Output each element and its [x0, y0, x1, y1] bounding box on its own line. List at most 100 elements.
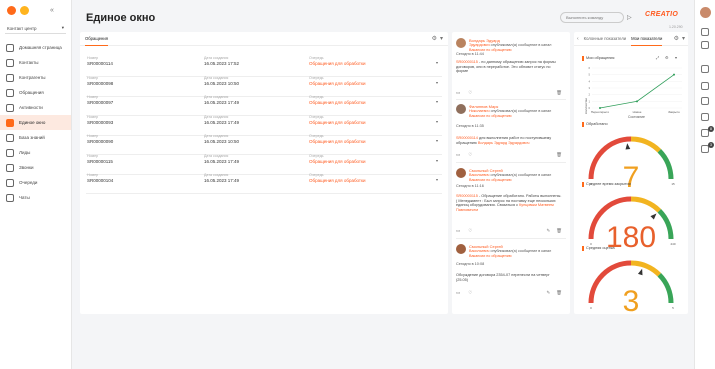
x-tick-label: Новое — [633, 110, 642, 114]
chevron-down-icon[interactable]: ▾ — [675, 55, 677, 60]
avatar[interactable] — [456, 168, 466, 178]
status-link[interactable]: Обращения для обработки — [309, 120, 365, 125]
sidebar-item[interactable]: Звонки — [0, 160, 71, 175]
app-logo-icon[interactable] — [7, 5, 16, 15]
mention-link[interactable]: Волдарь Эдуард Эдуардович — [478, 141, 530, 145]
gauge-title-processed: Обработано — [586, 122, 608, 126]
delete-icon[interactable]: 🗑 — [556, 152, 562, 158]
edit-icon[interactable]: ✎ — [547, 290, 551, 296]
post-author-patronymic[interactable]: Васильевич — [469, 249, 489, 253]
avatar[interactable] — [456, 104, 466, 114]
post-channel[interactable]: Вакансии по обращению — [469, 48, 512, 52]
case-link[interactable]: SR00000114 — [456, 136, 478, 140]
phone-icon[interactable] — [701, 65, 709, 73]
sidebar-item[interactable]: Контакты — [0, 55, 71, 70]
comment-icon[interactable]: ▭ — [456, 290, 460, 296]
delete-icon[interactable]: 🗑 — [556, 90, 562, 96]
email-icon[interactable] — [701, 82, 709, 90]
post-tools: 🗑 — [556, 90, 562, 96]
app-switch-icon[interactable] — [20, 5, 29, 15]
status-link[interactable]: Обращения для обработки — [309, 100, 365, 105]
command-go-icon[interactable]: ▷ — [627, 14, 632, 21]
workplace-select[interactable]: Контакт центр ▾ — [5, 23, 66, 34]
status-link[interactable]: Обращения для обработки — [309, 139, 365, 144]
settings-icon[interactable] — [701, 28, 709, 36]
field-label: Дата создания — [204, 134, 229, 138]
gear-icon[interactable]: ⚙ — [665, 55, 669, 60]
field-value: 16.05.2023 17:49 — [204, 158, 240, 164]
chats-icon — [6, 193, 14, 202]
sidebar-item[interactable]: Активности — [0, 100, 71, 115]
delete-icon[interactable]: 🗑 — [556, 228, 562, 234]
field: Номер SR00000115 — [87, 154, 113, 164]
gear-icon[interactable]: ⚙ — [674, 35, 679, 42]
like-icon[interactable]: ♡ — [468, 290, 472, 296]
post-action: опубликовал(а) сообщение в канал — [490, 173, 552, 177]
post-author-patronymic[interactable]: Николаевич — [469, 109, 490, 113]
status-link[interactable]: Обращения для обработки — [309, 178, 365, 183]
tab-requests[interactable]: Обращения — [85, 32, 108, 46]
sidebar-item-label: Лиды — [19, 150, 31, 155]
workplace-select-label: Контакт центр — [7, 25, 37, 31]
divider — [456, 162, 566, 163]
comment-icon[interactable]: ▭ — [456, 228, 460, 234]
sidebar-item[interactable]: Чаты — [0, 190, 71, 205]
copy-icon[interactable] — [701, 97, 709, 105]
status-link[interactable]: Обращения для обработки — [309, 61, 365, 66]
collapse-sidebar-icon[interactable]: « — [50, 7, 54, 14]
field-label: Очередь — [309, 153, 324, 158]
avatar[interactable] — [700, 7, 711, 18]
table-row[interactable]: Номер SR00000104 Дата создания 16.05.2023 1… — [86, 171, 442, 194]
sidebar-item[interactable]: Единое окно — [0, 115, 71, 130]
help-icon[interactable] — [701, 41, 709, 49]
case-link[interactable]: SR00000115 — [456, 194, 478, 198]
home-icon — [6, 43, 14, 52]
like-icon[interactable]: ♡ — [468, 228, 472, 234]
tab-calls-dashboard[interactable]: Колонные показатели — [584, 32, 626, 46]
gear-icon[interactable]: ⚙ — [432, 35, 437, 42]
comment-icon[interactable]: ▭ — [456, 152, 460, 158]
sidebar-item[interactable]: База знаний — [0, 130, 71, 145]
sidebar-item[interactable]: Контрагенты — [0, 70, 71, 85]
chat-icon[interactable] — [701, 113, 709, 121]
chevron-down-icon[interactable]: ▾ — [436, 80, 438, 85]
post-author-patronymic[interactable]: Эдуардович — [469, 43, 490, 47]
case-link[interactable]: SR00000115 — [456, 60, 478, 64]
chevron-down-icon[interactable]: ▾ — [436, 158, 438, 163]
chevron-down-icon[interactable]: ▾ — [436, 119, 438, 124]
sidebar-item[interactable]: Домашняя страница — [0, 40, 71, 55]
post-channel[interactable]: Вакансии по обращению — [469, 254, 512, 258]
field-label: Очередь — [309, 173, 324, 177]
chevron-down-icon[interactable]: ▾ — [682, 35, 685, 42]
comment-icon[interactable]: ▭ — [456, 90, 460, 96]
tab-my-indicators[interactable]: Мои показатели — [631, 32, 663, 46]
field-value: SR00000090 — [87, 139, 114, 144]
edit-icon[interactable]: ✎ — [547, 228, 551, 234]
chevron-down-icon[interactable]: ▾ — [436, 60, 438, 65]
expand-icon[interactable]: ⤢ — [656, 55, 659, 60]
field-value: 16.05.2023 17:49 — [204, 119, 240, 125]
like-icon[interactable]: ♡ — [468, 152, 472, 158]
delete-icon[interactable]: 🗑 — [556, 290, 562, 296]
sidebar-item[interactable]: Очереди — [0, 175, 71, 190]
chevron-down-icon[interactable]: ▾ — [440, 35, 443, 42]
avatar[interactable] — [456, 244, 466, 254]
arrow-left-icon[interactable]: ‹ — [577, 36, 579, 42]
status-link[interactable]: Обращения для обработки — [309, 81, 365, 86]
sidebar-item-label: Активности — [19, 105, 43, 110]
command-input[interactable]: Выполнить команду — [560, 12, 624, 23]
chevron-down-icon[interactable]: ▾ — [436, 177, 438, 182]
like-icon[interactable]: ♡ — [468, 90, 472, 96]
field: Номер SR00000090 — [87, 134, 113, 144]
x-tick-label: Переоткрыто — [591, 110, 610, 114]
sidebar-item[interactable]: Лиды — [0, 145, 71, 160]
chevron-down-icon[interactable]: ▾ — [436, 138, 438, 143]
avatar[interactable] — [456, 38, 466, 48]
post-channel[interactable]: Вакансии по обращению — [469, 114, 512, 118]
status-link[interactable]: Обращения для обработки — [309, 159, 365, 164]
sidebar-item[interactable]: Обращения — [0, 85, 71, 100]
field-label: Номер — [87, 173, 99, 177]
post-author-patronymic[interactable]: Васильевич — [469, 173, 489, 177]
post-channel[interactable]: Вакансии по обращению — [469, 178, 512, 182]
chevron-down-icon[interactable]: ▾ — [436, 99, 438, 104]
